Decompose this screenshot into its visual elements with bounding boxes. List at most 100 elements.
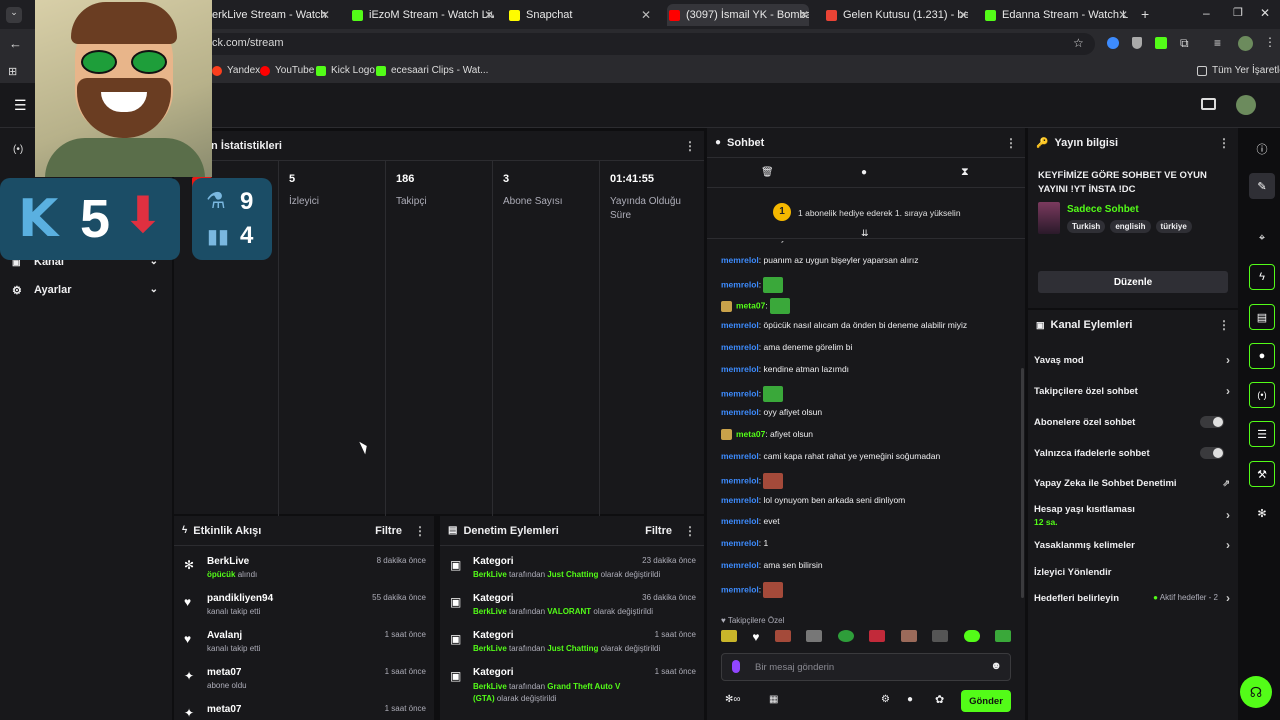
chat-username[interactable]: meta07 [736, 429, 765, 439]
chat-input[interactable]: Bir mesaj gönderin ☻ [721, 653, 1011, 681]
focus-icon[interactable]: ⌖ [1249, 225, 1275, 251]
chat-username[interactable]: memrelol [721, 451, 759, 461]
emote-icon[interactable] [869, 630, 886, 642]
user-name[interactable]: BerkLive [473, 682, 507, 691]
chat-username[interactable]: memrelol [721, 475, 759, 485]
tag[interactable]: Turkish [1067, 220, 1106, 233]
broadcast-icon[interactable]: (•) [1249, 382, 1275, 408]
more-icon[interactable]: ⋮ [1218, 318, 1230, 332]
emotes-only-toggle[interactable] [1200, 447, 1224, 459]
pin-collapse-icon[interactable]: ⇊ [861, 228, 869, 239]
chat-username[interactable]: memrelol [721, 538, 759, 548]
chat-username[interactable]: meta07 [736, 301, 765, 311]
category-name[interactable]: Just Chatting [547, 570, 598, 579]
puzzle-icon[interactable]: ⧉ [1180, 36, 1189, 51]
back-icon[interactable]: ← [9, 36, 22, 51]
hamburger-icon[interactable]: ☰ [14, 97, 27, 114]
more-icon[interactable]: ⋮ [684, 524, 696, 538]
url-field[interactable]: ck.com/stream [200, 33, 1095, 55]
emote-icon[interactable] [932, 630, 949, 642]
avatar[interactable] [1238, 36, 1253, 51]
send-button[interactable]: Gönder [961, 690, 1011, 712]
chat-username[interactable]: memrelol [721, 241, 759, 243]
user-name[interactable]: meta07 [207, 667, 241, 678]
support-button[interactable]: ☊ [1240, 676, 1272, 708]
tag[interactable]: englisih [1110, 220, 1151, 233]
scrollbar[interactable] [1021, 368, 1024, 598]
emote-icon[interactable] [963, 630, 980, 642]
bookmark[interactable]: YouTube [260, 65, 314, 76]
category-name[interactable]: VALORANT [547, 607, 591, 616]
action-goals[interactable]: Hedefleri belirleyin ● Aktif hedefler - 2… [1034, 591, 1230, 605]
trash-icon[interactable]: 🗑 [761, 167, 774, 178]
chat-username[interactable]: memrelol [721, 407, 759, 417]
bookmark[interactable]: ecesaari Clips - Wat... [376, 65, 488, 76]
info-icon[interactable]: ⓘ [1249, 136, 1275, 162]
extension-icon[interactable] [1155, 37, 1167, 49]
category-thumbnail[interactable] [1038, 202, 1060, 234]
gear-icon[interactable]: ⚙ [881, 694, 890, 705]
shield-icon[interactable] [1132, 37, 1142, 49]
emote-icon[interactable] [721, 630, 737, 642]
heart-icon[interactable]: ♥ [752, 630, 759, 648]
sidebar-item-ayarlar[interactable]: ⚙ Ayarlar ⌄ [12, 284, 162, 300]
window-close-button[interactable]: ✕ [1260, 6, 1270, 20]
star-icon[interactable]: ☆ [1073, 36, 1084, 50]
maximize-button[interactable]: ❐ [1233, 6, 1243, 19]
chat-username[interactable]: memrelol [721, 495, 759, 505]
tag[interactable]: türkiye [1155, 220, 1192, 233]
mic-icon[interactable] [732, 660, 740, 673]
more-icon[interactable]: ⋮ [1005, 136, 1017, 150]
gift-icon[interactable]: ✻ [1249, 500, 1275, 526]
points-icon[interactable]: ✻∞ [725, 694, 741, 705]
user-name[interactable]: pandikliyen94 [207, 593, 273, 604]
chat-username[interactable]: memrelol [721, 320, 759, 330]
emote-icon[interactable] [837, 630, 854, 642]
close-icon[interactable]: ✕ [1118, 8, 1128, 22]
chat-username[interactable]: memrelol [721, 364, 759, 374]
user-name[interactable]: meta07 [207, 704, 241, 715]
user-name[interactable]: BerkLive [473, 607, 507, 616]
category-name[interactable]: Sadece Sohbet [1067, 204, 1139, 215]
user-name[interactable]: BerkLive [473, 570, 507, 579]
chat-username[interactable]: memrelol [721, 255, 759, 265]
store-icon[interactable]: ▦ [769, 694, 778, 705]
browser-tab[interactable]: Edanna Stream - Watch Live or✕ [985, 4, 1128, 26]
browser-tab[interactable]: Snapchat ✕ [509, 4, 651, 26]
new-tab-button[interactable]: + [1141, 6, 1149, 22]
chat-username[interactable]: memrelol [721, 584, 759, 594]
browser-tab[interactable]: erkLive Stream - Watch Live or✕ [212, 4, 330, 26]
user-name[interactable]: BerkLive [207, 556, 249, 567]
pinned-banner[interactable]: 1 1 abonelik hediye ederek 1. sıraya yük… [707, 187, 1025, 239]
stack-icon[interactable]: ☰ [1249, 421, 1275, 447]
lightning-icon[interactable]: ϟ [1249, 264, 1275, 290]
hourglass-icon[interactable]: ⧗ [961, 166, 969, 179]
tab-search-button[interactable]: ⌄ [6, 7, 22, 23]
emote-icon[interactable] [900, 630, 917, 642]
user-name[interactable]: Avalanj [207, 630, 242, 641]
action-raid[interactable]: İzleyici Yönlendir [1034, 567, 1230, 578]
menu-icon[interactable]: ⋮ [1264, 35, 1276, 49]
emote-picker-icon[interactable]: ✿ [935, 693, 944, 706]
action-banned-words[interactable]: Yasaklanmış kelimeler › [1034, 538, 1230, 552]
chat-username[interactable]: memrelol [721, 388, 759, 398]
emote-icon[interactable] [994, 630, 1011, 642]
media-icon[interactable]: ≡ [1214, 36, 1221, 50]
filter-button[interactable]: Filtre [645, 525, 672, 537]
browser-tab[interactable]: iEzoM Stream - Watch Live on K✕ [352, 4, 494, 26]
close-icon[interactable]: ✕ [484, 8, 494, 22]
pencil-icon[interactable]: ✎ [1249, 173, 1275, 199]
chat-icon[interactable]: ● [1249, 343, 1275, 369]
extension-icon[interactable] [1107, 37, 1119, 49]
more-icon[interactable]: ⋮ [414, 524, 426, 538]
close-icon[interactable]: ✕ [320, 8, 330, 22]
close-icon[interactable]: ✕ [958, 8, 968, 22]
bookmark[interactable]: Yandex [212, 65, 260, 76]
edit-button[interactable]: Düzenle [1038, 271, 1228, 293]
browser-tab[interactable]: Gelen Kutusu (1.231) - berksu✕ [826, 4, 968, 26]
subscribers-only-toggle[interactable] [1200, 416, 1224, 428]
close-icon[interactable]: ✕ [799, 8, 809, 22]
wrench-icon[interactable]: ⚒ [1249, 461, 1275, 487]
studio-icon[interactable] [1201, 98, 1216, 110]
action-followers-only[interactable]: Takipçilere özel sohbet › [1034, 384, 1230, 398]
